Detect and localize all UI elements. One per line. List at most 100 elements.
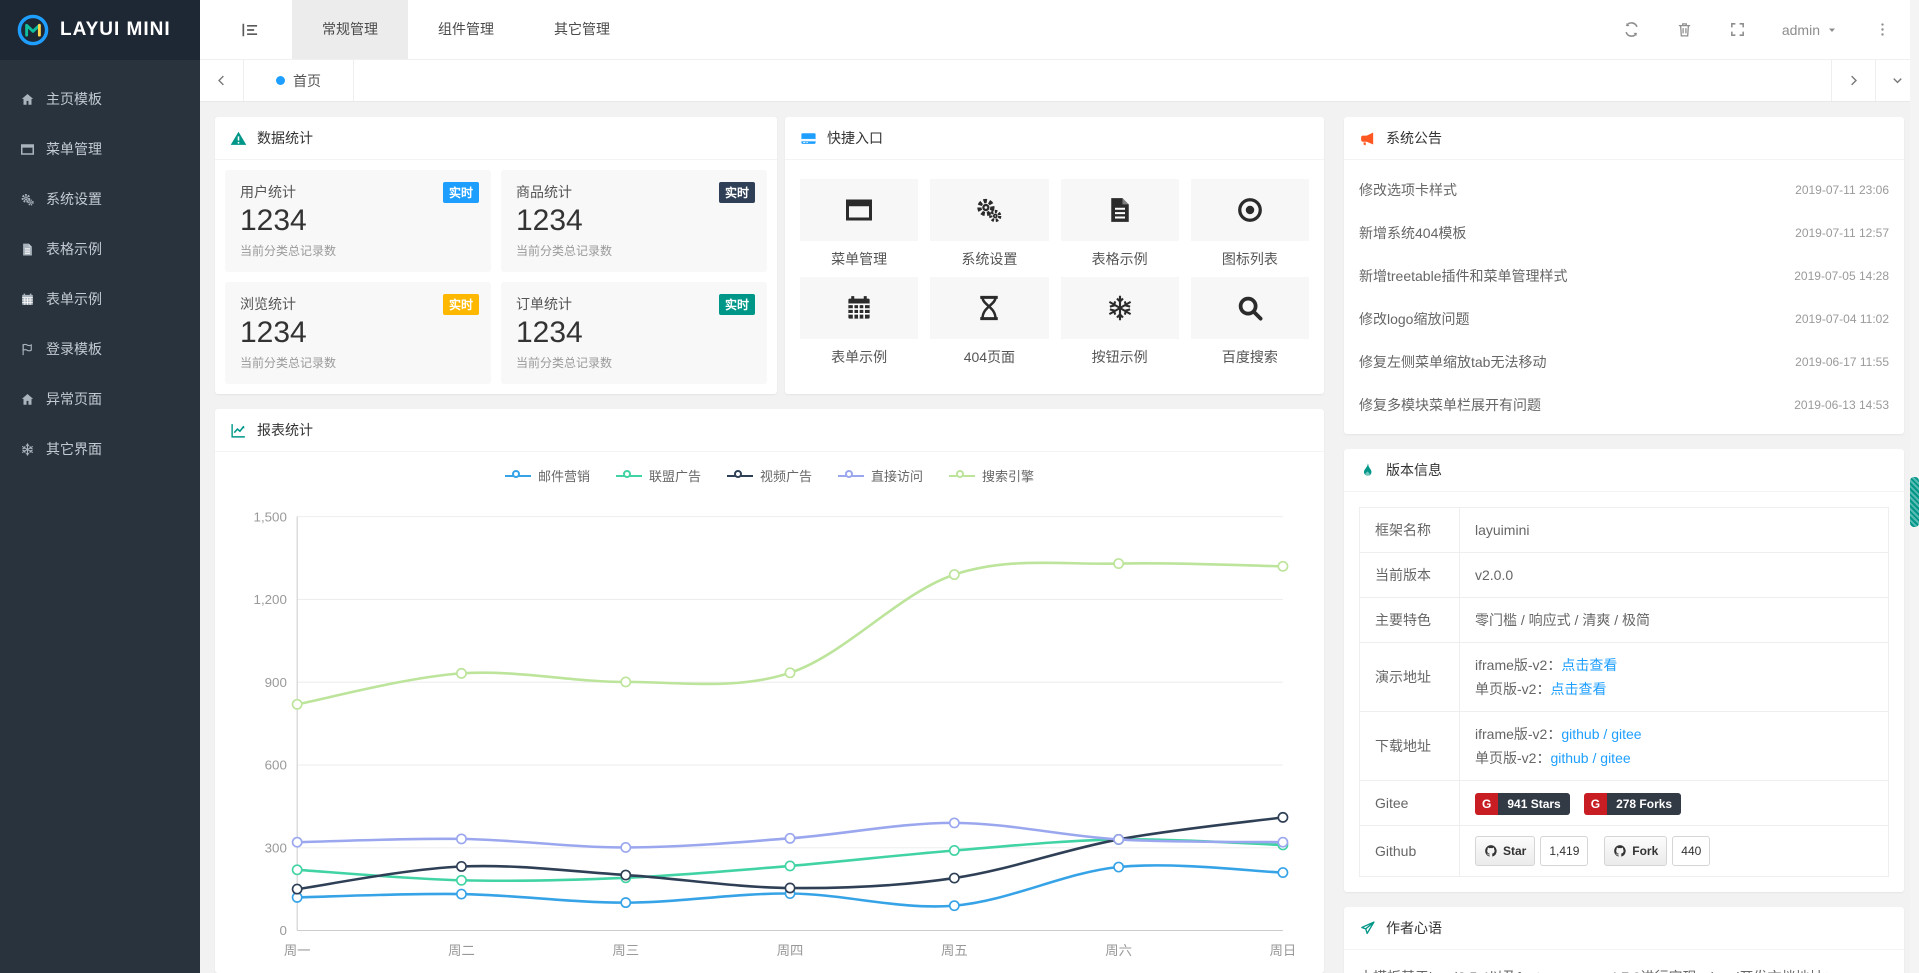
legend-item[interactable]: 搜索引擎 xyxy=(949,466,1034,485)
quick-entry-label: 按钮示例 xyxy=(1061,339,1179,375)
github-star-count[interactable]: 1,419 xyxy=(1540,836,1588,866)
table-row: 主要特色 零门槛 / 响应式 / 清爽 / 极简 xyxy=(1360,598,1889,643)
sidebar-item[interactable]: 登录模板 xyxy=(0,324,200,374)
version-info-panel: 版本信息 框架名称 layuimini 当前版本 v2.0.0 主要特色 零门槛… xyxy=(1344,449,1904,892)
github-fork-count[interactable]: 440 xyxy=(1672,836,1710,866)
header-actions xyxy=(1623,21,1746,38)
svg-text:周日: 周日 xyxy=(1270,943,1297,958)
sidebar-item-label: 表单示例 xyxy=(46,289,102,309)
legend-item[interactable]: 邮件营销 xyxy=(505,466,590,485)
sidebar-collapse-button[interactable] xyxy=(238,20,262,40)
announcement-date: 2019-07-11 23:06 xyxy=(1795,183,1889,197)
sidebar-item-icon xyxy=(20,142,35,157)
panel-title: 作者心语 xyxy=(1386,918,1442,938)
gitee-forks-badge[interactable]: G278 Forks xyxy=(1584,793,1681,815)
version-row-value: iframe版-v2：点击查看 单页版-v2：点击查看 xyxy=(1460,643,1889,712)
svg-text:0: 0 xyxy=(279,923,286,938)
chevron-left-icon xyxy=(214,73,229,88)
tab-next-button[interactable] xyxy=(1831,60,1875,101)
stat-card: 订单统计 1234 当前分类总记录数 实时 xyxy=(501,282,767,384)
github-icon xyxy=(1613,844,1627,858)
github-fork-button[interactable]: Fork xyxy=(1604,836,1667,866)
chart-icon xyxy=(230,422,247,439)
svg-text:周三: 周三 xyxy=(612,943,639,958)
stat-card: 用户统计 1234 当前分类总记录数 实时 xyxy=(225,170,491,272)
scrollbar[interactable] xyxy=(1910,0,1919,973)
sidebar-item[interactable]: 表单示例 xyxy=(0,274,200,324)
quick-entry-item[interactable]: 按钮示例 xyxy=(1061,277,1179,375)
version-table: 框架名称 layuimini 当前版本 v2.0.0 主要特色 零门槛 / 响应… xyxy=(1359,507,1889,877)
sidebar-item-icon xyxy=(20,192,35,207)
quick-entry-item[interactable]: 系统设置 xyxy=(930,179,1048,277)
table-row: 下载地址 iframe版-v2：github / gitee 单页版-v2：gi… xyxy=(1360,712,1889,781)
legend-item[interactable]: 视频广告 xyxy=(727,466,812,485)
announcement-row: 新增treetable插件和菜单管理样式 2019-07-05 14:28 xyxy=(1359,254,1889,297)
sidebar-item[interactable]: 其它界面 xyxy=(0,424,200,474)
svg-text:1,200: 1,200 xyxy=(254,592,287,607)
legend-item[interactable]: 直接访问 xyxy=(838,466,923,485)
announcement-row: 修改选项卡样式 2019-07-11 23:06 xyxy=(1359,168,1889,211)
github-star-button[interactable]: Star xyxy=(1475,836,1535,866)
demo-link[interactable]: 点击查看 xyxy=(1550,681,1606,697)
github-link[interactable]: github xyxy=(1561,726,1599,742)
quick-entry-item[interactable]: 图标列表 xyxy=(1191,179,1309,277)
quick-entry-item[interactable]: 百度搜索 xyxy=(1191,277,1309,375)
sidebar-item[interactable]: 异常页面 xyxy=(0,374,200,424)
report-stats-panel: 报表统计 邮件营销 联盟广告 视频广告 xyxy=(215,409,1324,973)
caret-down-icon xyxy=(1826,24,1838,36)
gitee-link[interactable]: gitee xyxy=(1611,726,1641,742)
stat-badge: 实时 xyxy=(443,294,479,315)
quick-entry-item[interactable]: 404页面 xyxy=(930,277,1048,375)
quick-entry-item[interactable]: 菜单管理 xyxy=(800,179,918,277)
demo-link[interactable]: 点击查看 xyxy=(1561,657,1617,673)
sidebar-item[interactable]: 主页模板 xyxy=(0,74,200,124)
admin-dropdown[interactable]: admin xyxy=(1782,22,1838,38)
tab-home[interactable]: 首页 xyxy=(244,60,354,101)
announcement-title: 新增treetable插件和菜单管理样式 xyxy=(1359,266,1567,286)
card-icon xyxy=(800,130,817,147)
announcement-row: 新增系统404模板 2019-07-11 12:57 xyxy=(1359,211,1889,254)
chart-legend: 邮件营销 联盟广告 视频广告 直接访问 搜索引擎 xyxy=(215,452,1324,485)
header-action-button[interactable] xyxy=(1623,21,1640,38)
page-content: 数据统计 用户统计 1234 当前分类总记录数 实时 商品统计 1234 xyxy=(200,102,1919,973)
table-row: 当前版本 v2.0.0 xyxy=(1360,553,1889,598)
quick-entry-label: 图标列表 xyxy=(1191,241,1309,277)
announcements-panel: 系统公告 修改选项卡样式 2019-07-11 23:06 新增系统404模板 … xyxy=(1344,117,1904,434)
stat-title: 订单统计 xyxy=(516,294,752,314)
sidebar-item-label: 异常页面 xyxy=(46,389,102,409)
quick-entry-label: 404页面 xyxy=(930,339,1048,375)
svg-text:周二: 周二 xyxy=(448,943,475,958)
header-tab[interactable]: 其它管理 xyxy=(524,0,640,59)
version-row-value: iframe版-v2：github / gitee 单页版-v2：github … xyxy=(1460,712,1889,781)
version-row-value: 零门槛 / 响应式 / 清爽 / 极简 xyxy=(1460,598,1889,643)
version-row-label: 下载地址 xyxy=(1360,712,1460,781)
table-row: Github Star 1,419 Fork 440 xyxy=(1360,826,1889,877)
stat-badge: 实时 xyxy=(719,294,755,315)
quick-entry-item[interactable]: 表格示例 xyxy=(1061,179,1179,277)
legend-marker xyxy=(616,470,642,482)
scrollbar-thumb[interactable] xyxy=(1910,477,1919,527)
more-menu-button[interactable] xyxy=(1874,21,1891,38)
sidebar-item[interactable]: 表格示例 xyxy=(0,224,200,274)
quick-entry-icon xyxy=(1235,293,1265,323)
sidebar-item[interactable]: 系统设置 xyxy=(0,174,200,224)
announcement-title: 修改选项卡样式 xyxy=(1359,180,1457,200)
sidebar-item-label: 登录模板 xyxy=(46,339,102,359)
megaphone-icon xyxy=(1359,130,1376,147)
sidebar-item-icon xyxy=(20,242,35,257)
header-tab[interactable]: 常规管理 xyxy=(292,0,408,59)
gitee-link[interactable]: gitee xyxy=(1600,750,1630,766)
app-logo: LAYUI MINI xyxy=(0,0,200,60)
stat-caption: 当前分类总记录数 xyxy=(240,242,476,259)
gitee-stars-badge[interactable]: G941 Stars xyxy=(1475,793,1570,815)
github-link[interactable]: github xyxy=(1550,750,1588,766)
header-action-button[interactable] xyxy=(1729,21,1746,38)
legend-item[interactable]: 联盟广告 xyxy=(616,466,701,485)
quick-entry-item[interactable]: 表单示例 xyxy=(800,277,918,375)
sidebar-item[interactable]: 菜单管理 xyxy=(0,124,200,174)
header-action-button[interactable] xyxy=(1676,21,1693,38)
header-tab[interactable]: 组件管理 xyxy=(408,0,524,59)
flame-icon xyxy=(1359,462,1376,479)
left-column: 数据统计 用户统计 1234 当前分类总记录数 实时 商品统计 1234 xyxy=(215,117,1324,973)
tab-prev-button[interactable] xyxy=(200,60,244,101)
